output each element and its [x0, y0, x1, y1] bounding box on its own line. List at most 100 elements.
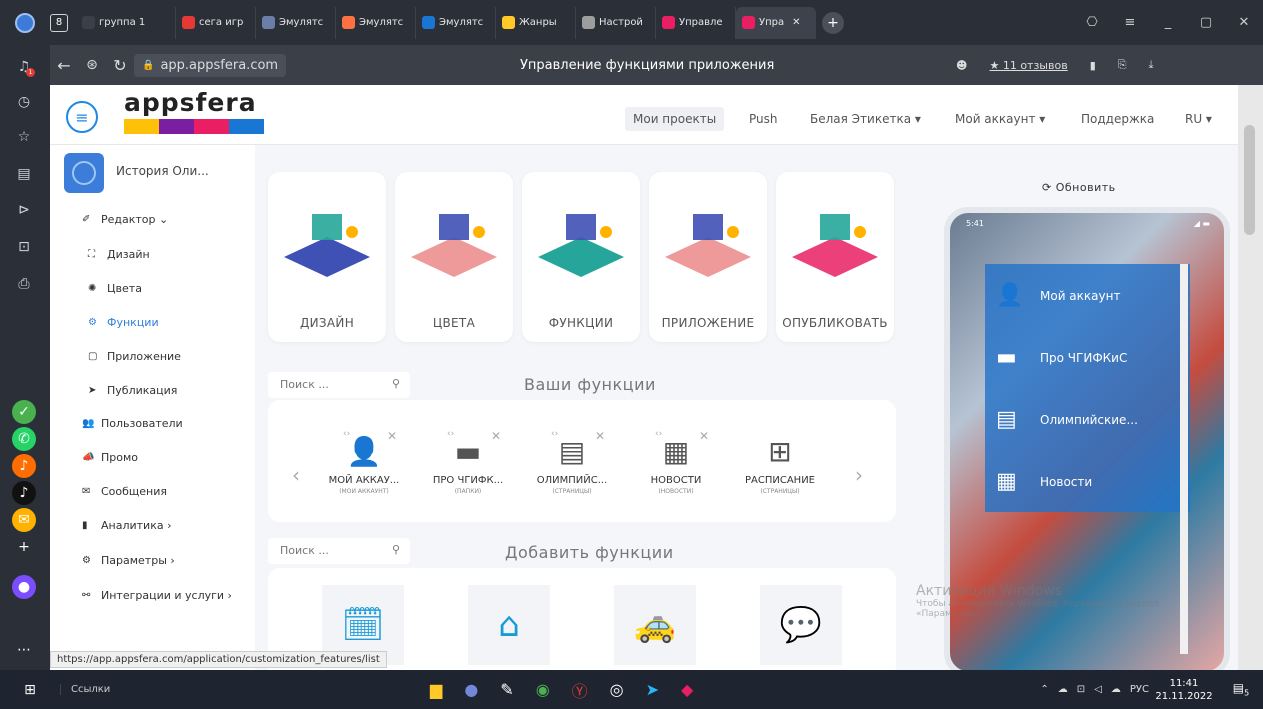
add-function-tile[interactable]: 💬	[760, 585, 842, 665]
notifications-icon[interactable]: ♫ 1	[12, 55, 36, 79]
editor-nav-item[interactable]: ⛶ Дизайн	[88, 248, 150, 261]
brand-logo[interactable]: appsfera	[124, 88, 264, 134]
step-card[interactable]: ОПУБЛИКОВАТЬ	[776, 172, 894, 342]
notes-icon[interactable]: ▤	[12, 162, 36, 186]
editor-nav-item[interactable]: 📣 Промо	[82, 451, 138, 464]
menu-icon[interactable]: ≡	[1111, 15, 1149, 30]
minimize-icon[interactable]: _	[1149, 15, 1187, 30]
incognito-icon[interactable]: ☻	[956, 59, 967, 72]
your-functions-search-input[interactable]: Поиск ... ⚲	[268, 372, 410, 398]
screenshot-icon[interactable]: ⎙	[12, 272, 36, 296]
phone-menu-item[interactable]: ▦ Новости	[996, 469, 1092, 494]
link-icon[interactable]: ‹›	[655, 429, 662, 439]
add-panel-icon[interactable]: +	[12, 535, 36, 559]
mail-app-icon[interactable]: ✉	[12, 508, 36, 532]
history-icon[interactable]: ◷	[12, 90, 36, 114]
browser-tab[interactable]: Настрой	[576, 6, 656, 39]
step-card[interactable]: ПРИЛОЖЕНИЕ	[649, 172, 767, 342]
editor-nav-item[interactable]: ✺ Цвета	[88, 282, 142, 295]
obs-icon[interactable]: ◎	[610, 680, 624, 699]
step-card[interactable]: ЦВЕТА	[395, 172, 513, 342]
language-indicator[interactable]: РУС	[1130, 684, 1149, 695]
cloud-icon[interactable]: ☁	[1058, 684, 1068, 695]
remove-icon[interactable]: ✕	[491, 429, 501, 443]
remove-icon[interactable]: ✕	[699, 429, 709, 443]
topnav-item[interactable]: Push	[749, 112, 778, 126]
refresh-button[interactable]: ⟳ Обновить	[1042, 181, 1116, 194]
tiktok-icon[interactable]: ♪	[12, 481, 36, 505]
start-icon[interactable]: ⊞	[0, 682, 60, 698]
chevron-up-icon[interactable]: ⌃	[1040, 684, 1048, 695]
function-item[interactable]: ‹› ✕ ▤ ОЛИМПИЙС... (СТРАНИЦЫ)	[527, 429, 617, 495]
music-app-icon[interactable]: ♪	[12, 454, 36, 478]
notification-center-icon[interactable]: ▤5	[1219, 681, 1263, 697]
volume-icon[interactable]: ◁	[1094, 684, 1102, 695]
editor-nav-item[interactable]: ⚙ Функции	[88, 316, 159, 329]
project-name[interactable]: История Оли...	[116, 164, 209, 178]
editor-nav-item[interactable]: ⚯ Интеграции и услуги ›	[82, 589, 232, 602]
check-app-icon[interactable]: ✓	[12, 400, 36, 424]
browser-tab[interactable]: Эмулятс	[336, 6, 416, 39]
carousel-prev-icon[interactable]: ‹	[292, 463, 300, 487]
yandex-browser-icon[interactable]: Ⓨ	[572, 678, 588, 702]
back-icon[interactable]: ←	[50, 56, 78, 75]
file-explorer-icon[interactable]: ▆	[430, 680, 442, 699]
phone-menu-item[interactable]: ▤ Олимпийские...	[996, 407, 1138, 432]
topnav-item[interactable]: Мой аккаунт ▾	[955, 112, 1045, 126]
play-icon[interactable]: ⊳	[12, 198, 36, 222]
telegram-icon[interactable]: ➤	[646, 680, 659, 699]
topnav-item[interactable]: RU ▾	[1185, 112, 1212, 126]
editor-nav-item[interactable]: ⚙ Параметры ›	[82, 554, 175, 567]
function-item[interactable]: ‹› ✕ 👤 МОЙ АККАУ... (МОИ АККАУНТ)	[319, 429, 409, 495]
network-icon[interactable]: ⊡	[1077, 684, 1085, 695]
more-icon[interactable]: ⋯	[12, 638, 36, 662]
project-avatar[interactable]	[64, 153, 104, 193]
close-window-icon[interactable]: ✕	[1225, 15, 1263, 30]
hamburger-button[interactable]: ≡	[66, 101, 98, 133]
download-icon[interactable]: ⤓	[1149, 58, 1154, 72]
step-card[interactable]: ДИЗАЙН	[268, 172, 386, 342]
bookmarks-icon[interactable]: ☆	[12, 125, 36, 149]
editor-nav-item[interactable]: ✉ Сообщения	[82, 485, 167, 498]
step-card[interactable]: ФУНКЦИИ	[522, 172, 640, 342]
browser-tab[interactable]: Управле	[656, 6, 736, 39]
browser-tab[interactable]: сега игр	[176, 6, 256, 39]
discord-icon[interactable]: ●	[464, 680, 478, 699]
share-icon[interactable]: ⎘	[1118, 58, 1127, 72]
chrome-icon[interactable]: ◉	[536, 680, 550, 699]
app-icon[interactable]: ◆	[681, 680, 693, 699]
alice-icon[interactable]: ●	[12, 575, 36, 599]
tab-counter[interactable]: 8	[50, 13, 68, 32]
function-item[interactable]: ‹› ✕ ▦ НОВОСТИ (НОВОСТИ)	[631, 429, 721, 495]
editor-nav-item[interactable]: ▢ Приложение	[88, 350, 181, 363]
browser-tab[interactable]: группа 1	[76, 6, 176, 39]
reviews-link[interactable]: ★ 11 отзывов	[989, 59, 1067, 72]
downloads-icon[interactable]: ⎔	[1073, 15, 1111, 30]
browser-tab[interactable]: Жанры	[496, 6, 576, 39]
whatsapp-icon[interactable]: ✆	[12, 427, 36, 451]
url-field[interactable]: 🔒 app.appsfera.com	[134, 53, 287, 77]
editor-nav-item[interactable]: ✐ Редактор ⌄	[82, 213, 168, 226]
add-function-tile[interactable]: ⌂	[468, 585, 550, 665]
clock[interactable]: 11:41 21.11.2022	[1149, 677, 1219, 703]
onedrive-icon[interactable]: ☁	[1111, 684, 1121, 695]
bookmark-page-icon[interactable]: ▮	[1090, 59, 1096, 72]
remove-icon[interactable]: ✕	[595, 429, 605, 443]
protect-icon[interactable]: ⊛	[78, 57, 106, 73]
maximize-icon[interactable]: ▢	[1187, 15, 1225, 30]
counter-icon[interactable]: ⊡	[12, 235, 36, 259]
link-icon[interactable]: ‹›	[447, 429, 454, 439]
browser-tab[interactable]: Эмулятс	[416, 6, 496, 39]
link-icon[interactable]: ‹›	[551, 429, 558, 439]
topnav-item[interactable]: Белая Этикетка ▾	[810, 112, 921, 126]
add-functions-search-input[interactable]: Поиск ... ⚲	[268, 538, 410, 564]
function-item[interactable]: ‹› ✕ ▬ ПРО ЧГИФК... (ПАПКИ)	[423, 429, 513, 495]
tray-icons[interactable]: ⌃ ☁ ⊡ ◁ ☁ РУС	[1040, 684, 1149, 695]
steam-icon[interactable]: ✎	[500, 680, 513, 699]
editor-nav-item[interactable]: ➤ Публикация	[88, 384, 177, 397]
topnav-item[interactable]: Мои проекты	[625, 107, 725, 131]
editor-nav-item[interactable]: ▮ Аналитика ›	[82, 519, 171, 532]
function-item[interactable]: ⊞ РАСПИСАНИЕ (СТРАНИЦЫ)	[735, 435, 825, 495]
new-tab-button[interactable]: +	[822, 11, 844, 34]
phone-menu-item[interactable]: ▬ Про ЧГИФКиС	[996, 345, 1127, 370]
